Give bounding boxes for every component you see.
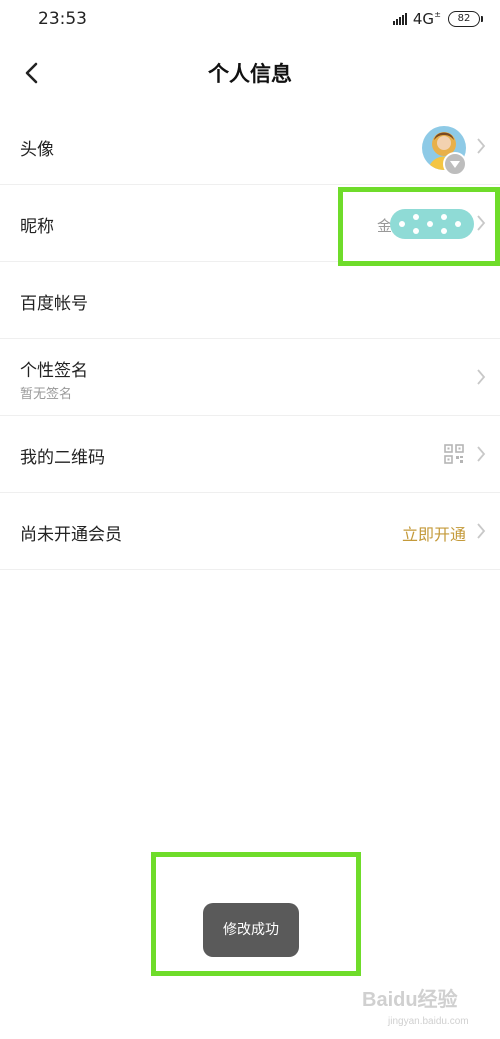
network-type: 4G ± <box>412 10 441 28</box>
chevron-right-icon <box>477 369 486 385</box>
row-label-avatar: 头像 <box>20 140 54 160</box>
row-avatar[interactable]: 头像 <box>0 108 500 185</box>
row-label-baidu-account: 百度帐号 <box>20 294 88 314</box>
baidu-jingyan-watermark: Baidu经验 jingyan.baidu.com <box>362 987 469 1027</box>
status-icons: 4G ± 82 <box>392 10 483 28</box>
row-label-signature: 个性签名 <box>20 361 88 381</box>
row-signature[interactable]: 个性签名 暂无签名 <box>0 339 500 416</box>
row-label-membership: 尚未开通会员 <box>20 525 122 545</box>
row-label-qr-code: 我的二维码 <box>20 448 105 468</box>
status-time: 23:53 <box>38 9 87 29</box>
page-title: 个人信息 <box>208 62 292 86</box>
avatar-badge-icon <box>443 152 467 176</box>
status-bar: 23:53 4G ± 82 <box>0 0 500 40</box>
signature-placeholder: 暂无签名 <box>20 387 73 402</box>
watermark-logo-text: Baidu经验 <box>362 987 458 1011</box>
qr-code-icon <box>444 444 464 464</box>
toast-message: 修改成功 <box>203 903 299 957</box>
chevron-right-icon <box>477 523 486 539</box>
watermark-url: jingyan.baidu.com <box>387 1016 469 1027</box>
row-label-nickname: 昵称 <box>20 217 54 237</box>
nav-bar: 个人信息 <box>0 40 500 106</box>
battery-icon: 82 <box>448 11 483 27</box>
signal-icon <box>392 13 407 25</box>
row-baidu-account[interactable]: 百度帐号 <box>0 262 500 339</box>
network-label: 4G <box>412 10 434 28</box>
chevron-right-icon <box>477 138 486 154</box>
chevron-right-icon <box>477 446 486 462</box>
activate-membership-link[interactable]: 立即开通 <box>402 521 466 545</box>
profile-list: 头像 昵称 金 百度帐号 个性签名 暂无签名 我的二维码 尚未开通会员 立即开通 <box>0 108 500 570</box>
row-qr-code[interactable]: 我的二维码 <box>0 416 500 493</box>
highlight-box-nickname <box>338 187 500 266</box>
row-membership[interactable]: 尚未开通会员 立即开通 <box>0 493 500 570</box>
